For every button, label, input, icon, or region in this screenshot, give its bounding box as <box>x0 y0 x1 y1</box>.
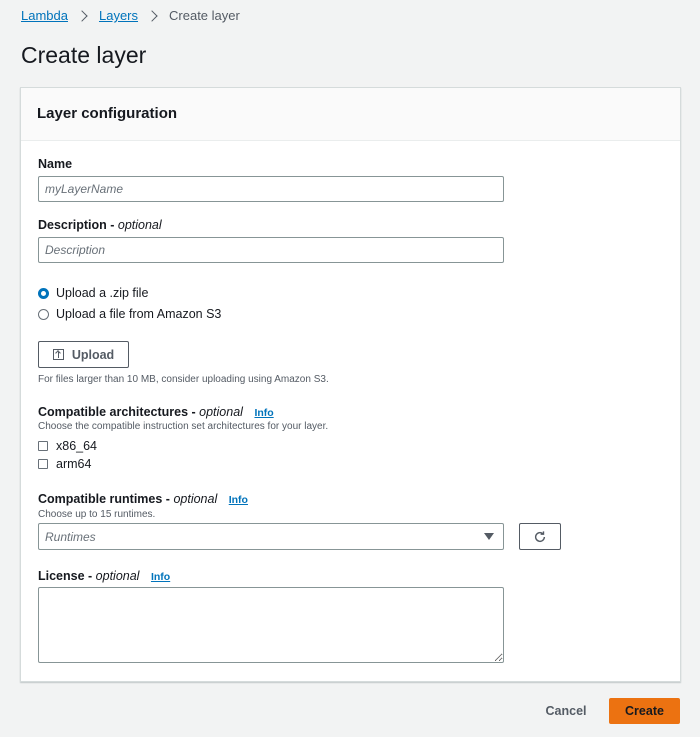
runtimes-label-text: Compatible runtimes <box>38 492 163 506</box>
architectures-info-link[interactable]: Info <box>254 407 273 419</box>
runtimes-info-link[interactable]: Info <box>229 494 248 506</box>
radio-upload-s3[interactable]: Upload a file from Amazon S3 <box>38 307 221 321</box>
refresh-runtimes-button[interactable] <box>519 523 561 550</box>
name-label-text: Name <box>38 157 73 171</box>
runtimes-label: Compatible runtimes - optional Info <box>38 492 248 506</box>
upload-button[interactable]: Upload <box>38 341 129 368</box>
breadcrumb-link-layers[interactable]: Layers <box>99 8 138 23</box>
checkbox-icon[interactable] <box>38 459 48 469</box>
architectures-optional: optional <box>199 405 243 419</box>
checkbox-arm64[interactable]: arm64 <box>38 457 91 471</box>
create-button[interactable]: Create <box>609 698 680 724</box>
radio-upload-zip-label: Upload a .zip file <box>56 286 149 300</box>
name-label: Name <box>38 157 72 171</box>
checkbox-x86_64[interactable]: x86_64 <box>38 439 97 453</box>
architectures-label-text: Compatible architectures <box>38 405 189 419</box>
description-optional: optional <box>117 218 162 232</box>
runtimes-optional: optional <box>173 492 218 506</box>
radio-upload-s3-label: Upload a file from Amazon S3 <box>56 307 222 321</box>
description-input[interactable] <box>38 237 504 263</box>
upload-button-label: Upload <box>71 347 115 362</box>
page-title: Create layer <box>21 42 147 68</box>
license-textarea[interactable] <box>38 587 504 663</box>
breadcrumb-current: Create layer <box>169 8 240 23</box>
checkbox-icon[interactable] <box>38 441 48 451</box>
checkbox-arm64-label: arm64 <box>56 457 92 471</box>
description-label: Description - optional <box>38 218 162 232</box>
radio-checked-icon[interactable] <box>38 287 49 299</box>
runtimes-hint: Choose up to 15 runtimes. <box>38 509 156 520</box>
architectures-label: Compatible architectures - optional Info <box>38 405 274 419</box>
radio-unchecked-icon[interactable] <box>38 308 49 320</box>
caret-down-icon <box>484 533 494 540</box>
breadcrumb: Lambda Layers Create layer <box>21 8 240 23</box>
runtimes-select[interactable]: Runtimes <box>38 523 504 550</box>
panel-title: Layer configuration <box>21 88 680 141</box>
description-label-text: Description <box>38 218 107 232</box>
chevron-right-icon <box>146 9 158 22</box>
layer-configuration-panel: Layer configuration Name Description - o… <box>20 87 681 682</box>
refresh-icon <box>534 530 546 542</box>
architectures-hint: Choose the compatible instruction set ar… <box>38 421 329 432</box>
license-label: License - optional Info <box>38 569 171 583</box>
breadcrumb-link-lambda[interactable]: Lambda <box>21 8 68 23</box>
license-label-text: License <box>38 569 85 583</box>
checkbox-x86_64-label: x86_64 <box>56 439 98 453</box>
license-optional: optional <box>95 569 140 583</box>
upload-icon <box>52 349 64 360</box>
upload-hint: For files larger than 10 MB, consider up… <box>38 374 329 385</box>
runtimes-select-placeholder: Runtimes <box>45 529 96 544</box>
name-input[interactable] <box>38 176 504 202</box>
license-info-link[interactable]: Info <box>151 571 170 583</box>
cancel-button[interactable]: Cancel <box>536 698 596 724</box>
chevron-right-icon <box>76 9 88 22</box>
radio-upload-zip[interactable]: Upload a .zip file <box>38 286 148 300</box>
